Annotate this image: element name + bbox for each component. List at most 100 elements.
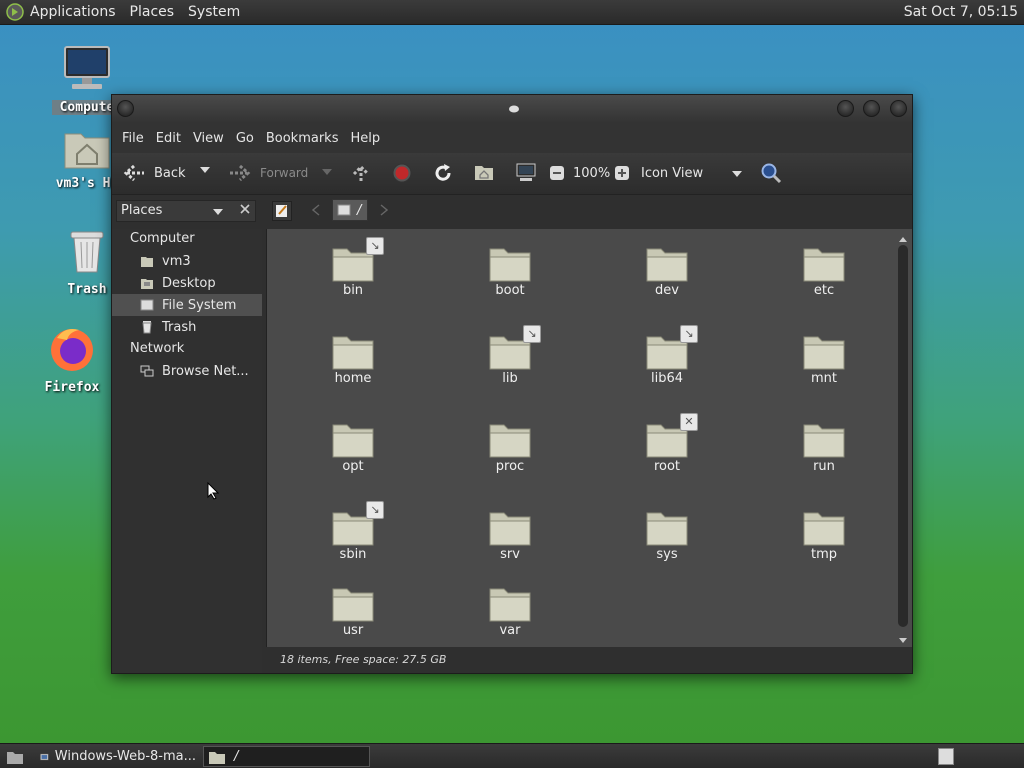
forward-history-dropdown[interactable] bbox=[322, 168, 332, 176]
folder-name: var bbox=[499, 623, 521, 638]
zoom-in-button[interactable] bbox=[614, 165, 630, 181]
close-sidebar-button[interactable] bbox=[234, 201, 256, 223]
stop-button[interactable] bbox=[392, 163, 412, 183]
sidebar-item-desktop[interactable]: Desktop bbox=[112, 272, 262, 294]
folder-item[interactable]: srv bbox=[460, 507, 560, 562]
folder-name: opt bbox=[342, 459, 364, 474]
sidebar-item-vm3[interactable]: vm3 bbox=[112, 250, 262, 272]
applications-menu[interactable]: Applications bbox=[26, 4, 120, 20]
folder-item[interactable]: opt bbox=[303, 419, 403, 474]
places-menu[interactable]: Places bbox=[126, 4, 179, 20]
folder-item[interactable]: tmp bbox=[774, 507, 874, 562]
taskbar-item-label: / bbox=[234, 749, 239, 764]
toggle-location-entry-button[interactable] bbox=[272, 201, 292, 221]
desktop-folder-icon bbox=[141, 279, 153, 289]
desktop-icon-firefox[interactable]: Firefox bbox=[37, 324, 107, 395]
folder-icon bbox=[803, 424, 845, 458]
sidebar-item-label: Browse Net... bbox=[162, 363, 249, 379]
up-arrow-icon bbox=[352, 164, 370, 181]
file-icon-view[interactable]: bin ↘ boot dev etc home lib ↘ lib64 ↘ mnt opt proc ro… bbox=[266, 229, 912, 647]
vertical-scrollbar[interactable] bbox=[898, 235, 908, 647]
sidebar-item-file-system[interactable]: File System bbox=[112, 294, 262, 316]
window-title-icon bbox=[509, 105, 519, 113]
chevron-down-icon bbox=[322, 169, 332, 175]
clock[interactable]: Sat Oct 7, 05:15 bbox=[904, 4, 1018, 20]
folder-item[interactable]: mnt bbox=[774, 331, 874, 386]
folder-item[interactable]: sys bbox=[617, 507, 717, 562]
window-menu-button[interactable] bbox=[117, 100, 134, 117]
mate-logo-icon[interactable] bbox=[4, 1, 26, 23]
folder-item[interactable]: home bbox=[303, 331, 403, 386]
chevron-down-icon bbox=[200, 167, 210, 173]
folder-name: tmp bbox=[810, 547, 837, 562]
forward-button[interactable]: Forward bbox=[228, 163, 308, 183]
menu-view[interactable]: View bbox=[187, 131, 230, 146]
search-button[interactable] bbox=[760, 162, 782, 184]
symlink-emblem-icon: ↘ bbox=[366, 501, 384, 519]
folder-item[interactable]: usr bbox=[303, 583, 403, 638]
zoom-level[interactable]: 100% bbox=[573, 166, 610, 181]
minimize-button[interactable] bbox=[837, 100, 854, 117]
scrollbar-thumb[interactable] bbox=[898, 245, 908, 627]
folder-item[interactable]: bin ↘ bbox=[303, 237, 403, 298]
folder-item[interactable]: boot bbox=[460, 243, 560, 298]
folder-item[interactable]: var bbox=[460, 583, 560, 638]
window-app-icon bbox=[40, 753, 49, 760]
folder-icon bbox=[489, 424, 531, 458]
path-button-root[interactable]: / bbox=[332, 199, 368, 221]
folder-item[interactable]: proc bbox=[460, 419, 560, 474]
folder-item[interactable]: etc bbox=[774, 243, 874, 298]
folder-name: srv bbox=[500, 547, 520, 562]
view-mode-select[interactable]: Icon View bbox=[641, 166, 745, 181]
sidebar-item-trash[interactable]: Trash bbox=[112, 316, 262, 338]
sidebar-type-label: Places bbox=[121, 203, 163, 218]
close-button[interactable] bbox=[890, 100, 907, 117]
sidebar-item-label: Desktop bbox=[162, 275, 216, 291]
menu-file[interactable]: File bbox=[116, 131, 150, 146]
scroll-up-arrow-icon bbox=[899, 237, 907, 242]
folder-name: sys bbox=[656, 547, 678, 562]
taskbar-item-windows-web[interactable]: Windows-Web-8-ma... bbox=[36, 746, 196, 767]
firefox-icon bbox=[51, 329, 93, 371]
back-history-dropdown[interactable] bbox=[200, 166, 210, 174]
folder-item[interactable]: lib64 ↘ bbox=[617, 325, 717, 386]
folder-icon bbox=[803, 336, 845, 370]
folder-icon bbox=[209, 751, 225, 764]
symlink-emblem-icon: ↘ bbox=[523, 325, 541, 343]
folder-item[interactable]: sbin ↘ bbox=[303, 501, 403, 562]
location-bar: Places / bbox=[112, 195, 912, 229]
maximize-button[interactable] bbox=[863, 100, 880, 117]
path-scroll-left[interactable] bbox=[311, 204, 320, 220]
folder-icon bbox=[332, 588, 374, 622]
view-mode-label: Icon View bbox=[641, 166, 704, 181]
folder-item[interactable]: root ✕ bbox=[617, 413, 717, 474]
back-button[interactable]: Back bbox=[122, 163, 186, 183]
menu-edit[interactable]: Edit bbox=[150, 131, 187, 146]
path-scroll-right[interactable] bbox=[380, 204, 389, 220]
system-menu[interactable]: System bbox=[184, 4, 244, 20]
folder-icon bbox=[489, 588, 531, 622]
up-button[interactable] bbox=[351, 163, 371, 183]
folder-item[interactable]: dev bbox=[617, 243, 717, 298]
menu-help[interactable]: Help bbox=[344, 131, 386, 146]
network-icon bbox=[140, 365, 154, 377]
folder-name: proc bbox=[495, 459, 525, 474]
reload-button[interactable] bbox=[433, 163, 453, 183]
home-button[interactable] bbox=[474, 163, 494, 181]
folder-name: usr bbox=[342, 623, 364, 638]
computer-button[interactable] bbox=[515, 162, 537, 184]
window-titlebar[interactable] bbox=[112, 95, 912, 123]
sidebar-item-label: vm3 bbox=[162, 253, 191, 269]
folder-item[interactable]: lib ↘ bbox=[460, 325, 560, 386]
menubar: File Edit View Go Bookmarks Help bbox=[112, 123, 912, 153]
menu-bookmarks[interactable]: Bookmarks bbox=[260, 131, 345, 146]
menu-go[interactable]: Go bbox=[230, 131, 260, 146]
workspace-switcher[interactable] bbox=[938, 748, 954, 765]
zoom-in-icon bbox=[615, 166, 629, 180]
trash-icon bbox=[70, 231, 104, 273]
sidebar-item-browse-network[interactable]: Browse Net... bbox=[112, 360, 262, 382]
zoom-out-button[interactable] bbox=[549, 165, 565, 181]
show-desktop-button[interactable] bbox=[2, 746, 24, 767]
folder-item[interactable]: run bbox=[774, 419, 874, 474]
taskbar-item-file-manager[interactable]: / bbox=[203, 746, 370, 767]
